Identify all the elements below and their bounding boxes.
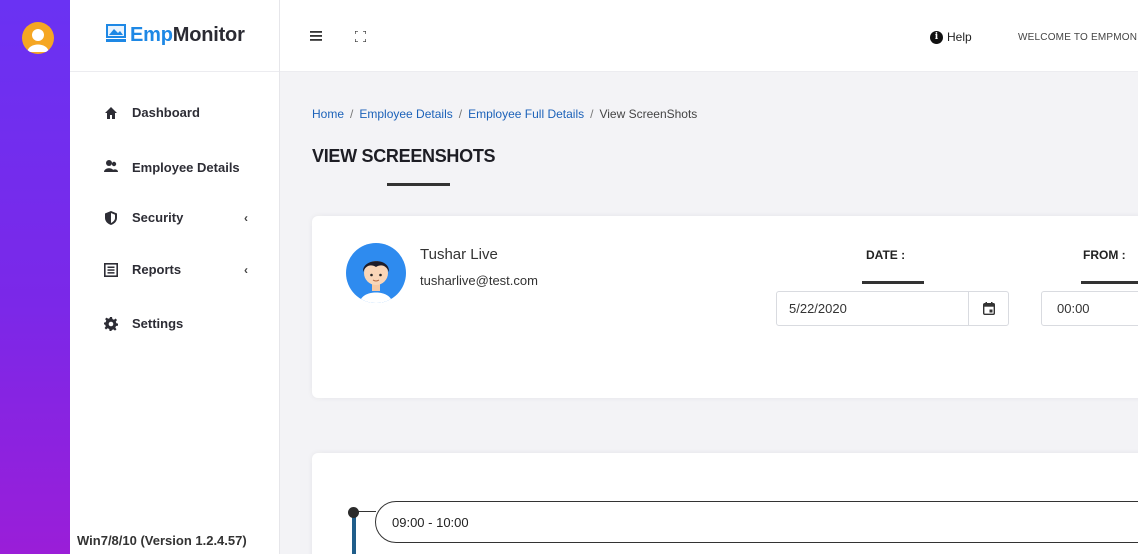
- users-icon: [104, 160, 118, 172]
- chevron-left-icon[interactable]: ‹: [244, 263, 248, 277]
- breadcrumb-employee-details[interactable]: Employee Details: [359, 107, 452, 121]
- employee-avatar: [346, 243, 406, 303]
- employee-email: tusharlive@test.com: [420, 273, 538, 288]
- timeline-dot: [348, 507, 359, 518]
- app-strip: [0, 0, 70, 554]
- menu-icon[interactable]: [310, 31, 322, 41]
- sidebar-item-settings[interactable]: Settings: [104, 316, 183, 331]
- timeline-connector: [358, 511, 376, 512]
- from-time-input[interactable]: 00:00: [1041, 291, 1138, 326]
- date-value: 5/22/2020: [789, 301, 847, 316]
- sidebar-item-security[interactable]: Security ‹: [104, 210, 248, 225]
- time-slot-header[interactable]: 09:00 - 10:00: [375, 501, 1138, 543]
- brand-logo[interactable]: EmpMonitor: [70, 0, 279, 72]
- sidebar-item-label: Employee Details: [132, 160, 240, 175]
- profile-avatar[interactable]: [22, 22, 54, 54]
- sidebar-item-reports[interactable]: Reports ‹: [104, 262, 248, 277]
- time-slot-label: 09:00 - 10:00: [392, 515, 469, 530]
- breadcrumb-separator: /: [458, 107, 463, 121]
- report-icon: [104, 263, 118, 277]
- info-icon: i: [930, 30, 943, 44]
- from-underline: [1081, 281, 1138, 284]
- version-label: Win7/8/10 (Version 1.2.4.57): [77, 533, 247, 548]
- welcome-text: WELCOME TO EMPMON: [1018, 32, 1138, 43]
- fullscreen-icon[interactable]: [355, 31, 366, 42]
- from-label: FROM :: [1083, 248, 1126, 262]
- breadcrumb-home[interactable]: Home: [312, 107, 344, 121]
- help-link[interactable]: i Help: [930, 30, 972, 44]
- home-icon: [105, 107, 117, 119]
- from-time-value: 00:00: [1057, 301, 1090, 316]
- employee-filter-card: [312, 216, 1138, 398]
- date-label: DATE :: [866, 248, 906, 262]
- sidebar-item-label: Settings: [132, 316, 184, 331]
- employee-name: Tushar Live: [420, 246, 498, 263]
- date-input[interactable]: 5/22/2020: [776, 291, 1009, 326]
- brand-icon: [106, 23, 126, 42]
- calendar-icon: [982, 302, 995, 315]
- breadcrumb-current: View ScreenShots: [599, 107, 698, 121]
- top-bar: i Help WELCOME TO EMPMON: [280, 0, 1138, 72]
- sidebar: EmpMonitor Dashboard Employee Details Se…: [70, 0, 280, 554]
- title-underline: [387, 183, 450, 186]
- breadcrumb-separator: /: [590, 107, 594, 121]
- help-label: Help: [947, 30, 972, 44]
- sidebar-item-label: Security: [132, 210, 184, 225]
- breadcrumb-employee-full-details[interactable]: Employee Full Details: [468, 107, 584, 121]
- calendar-button[interactable]: [968, 292, 1008, 325]
- shield-icon: [105, 211, 117, 225]
- date-underline: [862, 281, 924, 284]
- brand-name: EmpMonitor: [130, 24, 245, 46]
- breadcrumb-separator: /: [350, 107, 354, 121]
- sidebar-item-label: Dashboard: [132, 105, 200, 120]
- breadcrumb: Home / Employee Details / Employee Full Deta…: [312, 107, 697, 121]
- sidebar-item-dashboard[interactable]: Dashboard: [104, 105, 200, 120]
- chevron-left-icon[interactable]: ‹: [244, 211, 248, 225]
- gear-icon: [104, 317, 118, 331]
- timeline-track: [352, 512, 356, 554]
- page-title: VIEW SCREENSHOTS: [312, 146, 496, 166]
- sidebar-item-label: Reports: [132, 262, 182, 277]
